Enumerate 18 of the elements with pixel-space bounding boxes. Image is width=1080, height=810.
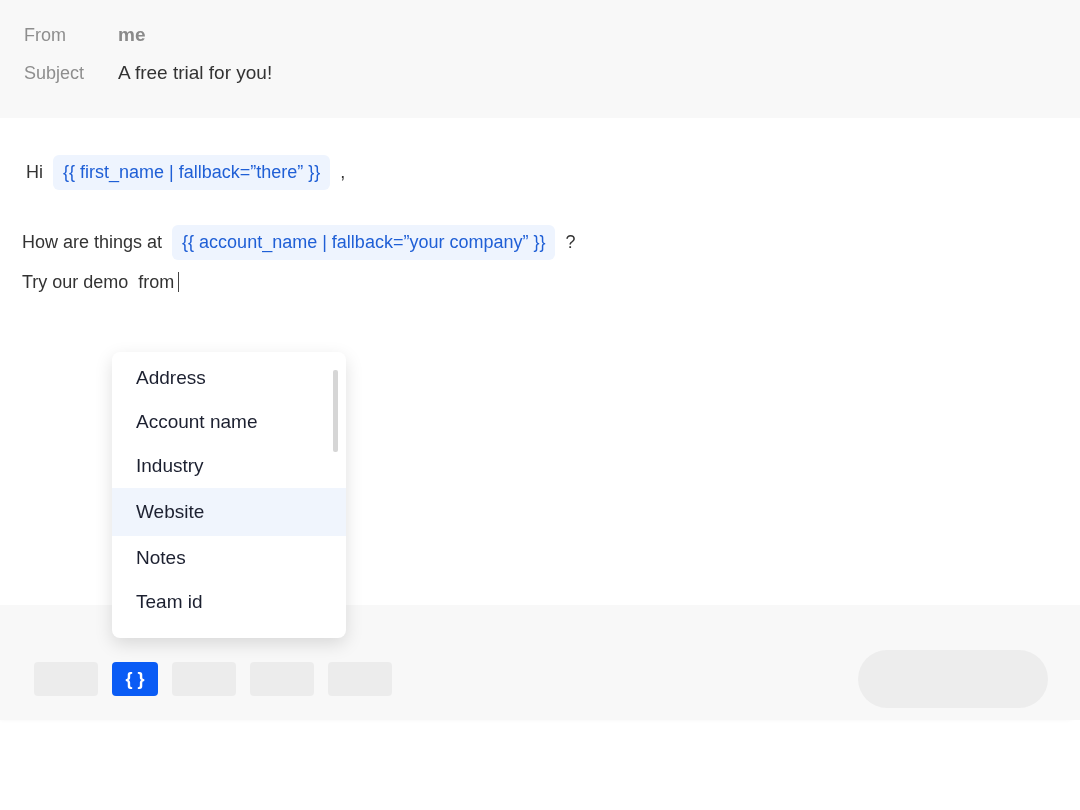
- field-label: From: [24, 24, 67, 46]
- dropdown-item[interactable]: Notes: [112, 536, 346, 580]
- variable-tag[interactable]: {{ first_name | fallback=”there” }}: [53, 154, 331, 190]
- scrollbar-thumb[interactable]: [333, 370, 338, 452]
- body-text: Try our demo from: [22, 271, 175, 293]
- field-label: Subject: [24, 62, 86, 84]
- variable-tag[interactable]: {{ account_name | fallback=”your company” }}: [172, 224, 556, 260]
- dropdown-item[interactable]: Industry: [112, 444, 346, 488]
- dropdown-item[interactable]: Team id: [112, 580, 346, 624]
- dropdown-item[interactable]: Address: [112, 356, 346, 400]
- body-text: How are things at: [22, 231, 163, 253]
- body-text: ?: [565, 231, 576, 253]
- dropdown-item[interactable]: Website: [112, 488, 346, 536]
- field-value[interactable]: A free trial for you!: [118, 62, 273, 84]
- body-text: Hi: [26, 161, 43, 183]
- variable-button[interactable]: { }: [112, 662, 158, 696]
- body-text: ,: [340, 161, 346, 183]
- dropdown-item[interactable]: Account name: [112, 400, 346, 444]
